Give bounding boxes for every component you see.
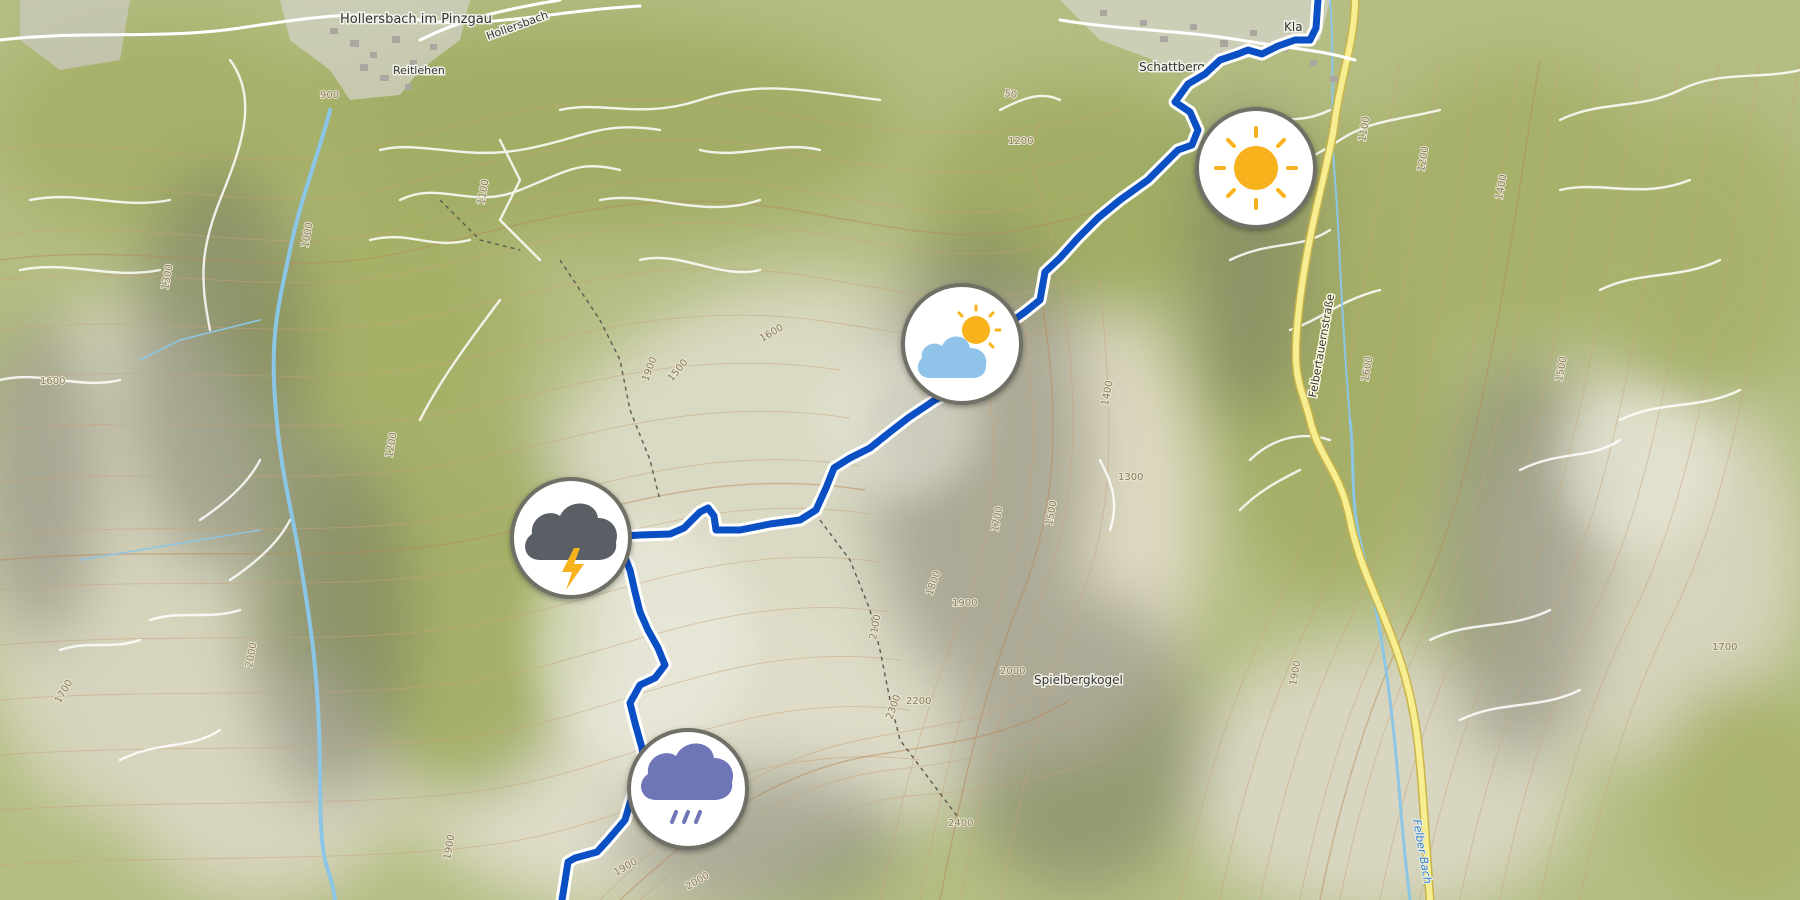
contour-label: 1700 — [1712, 642, 1737, 653]
contour-label: 900 — [320, 90, 339, 101]
weather-marker-partly-cloudy[interactable] — [901, 283, 1023, 405]
place-label-klausen: Kla — [1284, 20, 1303, 34]
topo-map[interactable]: 900 1000 1100 1100 1200 1200 1200 1300 1… — [0, 0, 1800, 900]
contour-label: 1300 — [1118, 472, 1143, 483]
weather-marker-thunderstorm[interactable] — [510, 477, 632, 599]
contour-label: 2000 — [1000, 666, 1025, 677]
contour-label: 1900 — [952, 598, 977, 609]
contour-label: 1200 — [1008, 136, 1033, 147]
contour-label: 2200 — [906, 696, 931, 707]
map-canvas[interactable]: 900 1000 1100 1100 1200 1200 1200 1300 1… — [0, 0, 1800, 900]
contour-label: 50 — [1003, 88, 1017, 101]
place-label-spielbergkogel: Spielbergkogel — [1034, 673, 1123, 687]
contour-label: 1600 — [40, 376, 65, 387]
weather-marker-rain[interactable] — [627, 728, 749, 850]
place-label-schattberg: Schattberg — [1139, 60, 1205, 74]
place-label-hollersbach-im-pinzgau: Hollersbach im Pinzgau — [340, 12, 492, 27]
contour-label: 2400 — [948, 818, 973, 829]
weather-marker-sunny[interactable] — [1195, 107, 1317, 229]
place-label-reitlehen: Reitlehen — [393, 64, 445, 77]
